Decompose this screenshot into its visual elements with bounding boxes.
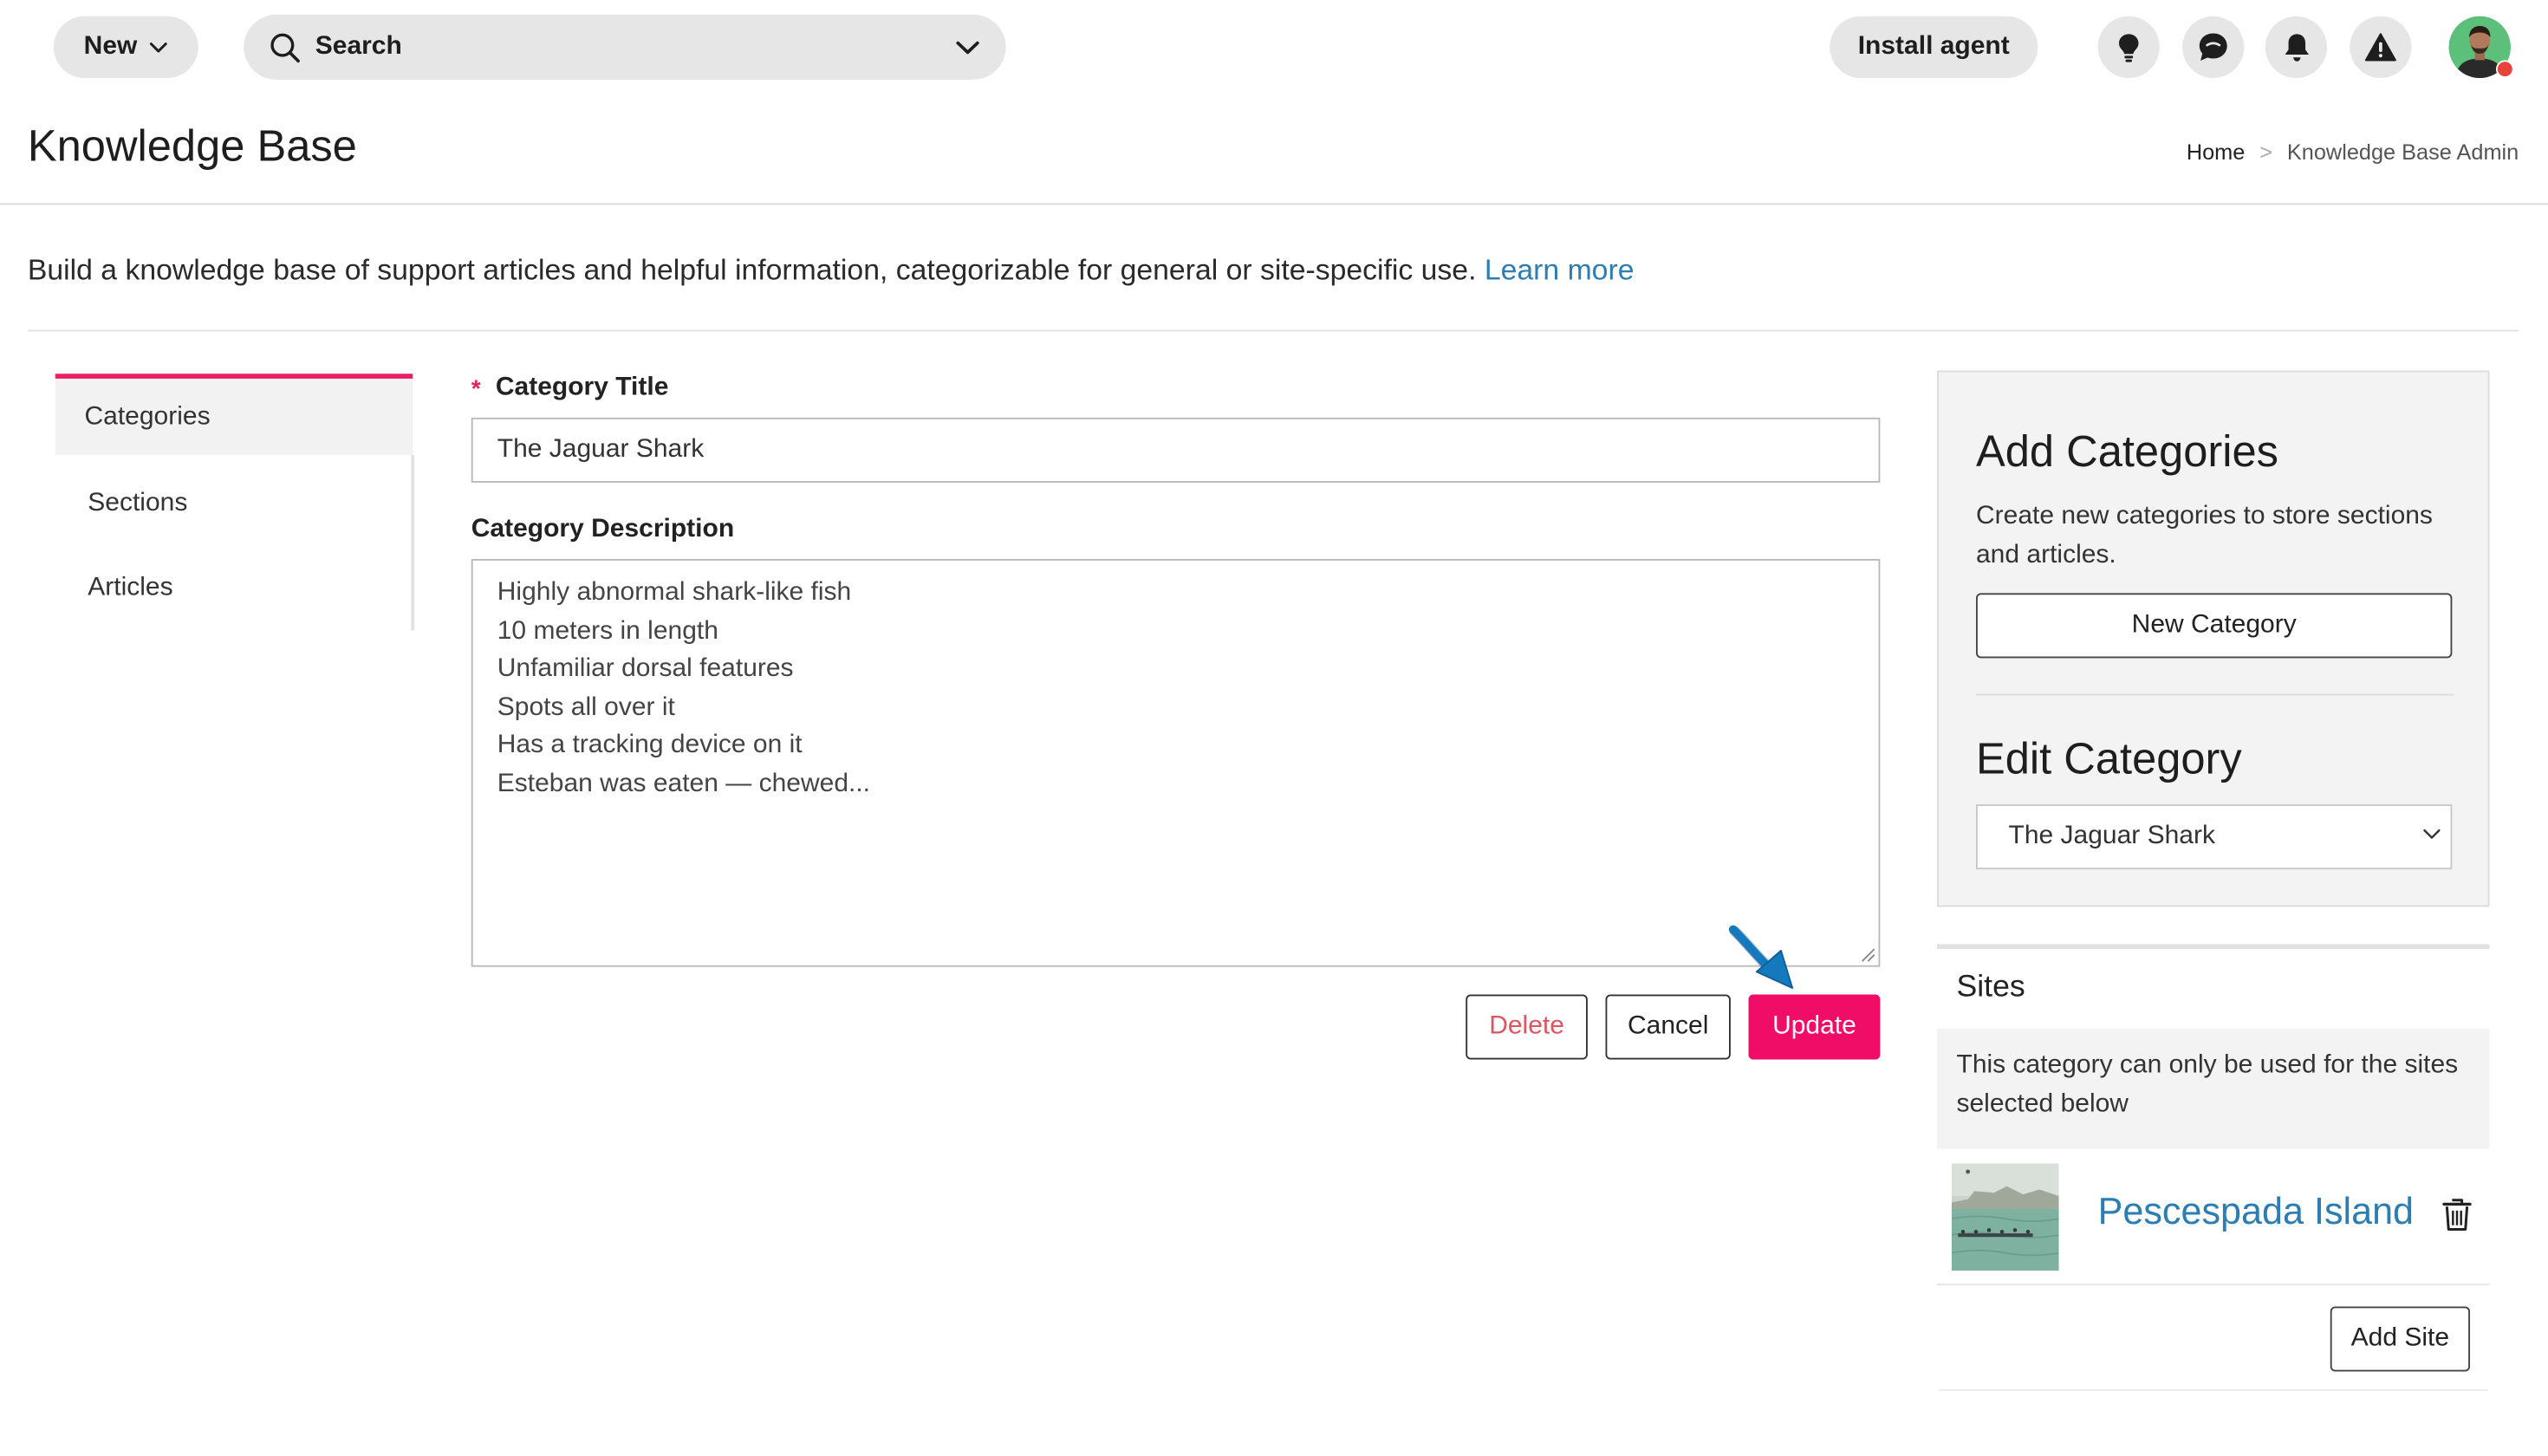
description-line: Spots all over it	[497, 692, 675, 721]
tips-button[interactable]	[2097, 16, 2160, 78]
add-categories-description: Create new categories to store sections …	[1976, 502, 2433, 569]
search-bar[interactable]: Search	[244, 14, 1006, 80]
nav-item-label: Articles	[88, 573, 173, 601]
breadcrumb-current: Knowledge Base Admin	[2286, 140, 2519, 165]
top-bar: New Search Install agent	[0, 0, 2548, 94]
knowledge-base-page: New Search Install agent Knowledge Base …	[0, 0, 2548, 1456]
add-categories-heading: Add Categories	[1976, 427, 2278, 477]
warning-icon	[2364, 33, 2396, 62]
cancel-button[interactable]: Cancel	[1605, 994, 1731, 1060]
panel-divider	[1976, 693, 2454, 696]
breadcrumb-home-link[interactable]: Home	[2187, 140, 2246, 164]
category-description-label: Category Description	[471, 515, 735, 543]
chevron-down-icon	[2423, 829, 2441, 839]
sites-header: Sites	[1937, 949, 2490, 1029]
category-title-input[interactable]: The Jaguar Shark	[471, 417, 1881, 483]
bell-icon	[2284, 33, 2309, 61]
chevron-down-icon[interactable]	[956, 40, 980, 55]
update-button-label: Update	[1772, 1012, 1856, 1040]
header-divider	[0, 203, 2548, 205]
notifications-button[interactable]	[2265, 16, 2327, 78]
nav-item-articles[interactable]: Articles	[55, 548, 413, 629]
site-row: Pescespada Island	[1937, 1149, 2490, 1286]
alerts-button[interactable]	[2350, 16, 2412, 78]
sites-note-text: This category can only be used for the s…	[1956, 1051, 2459, 1118]
update-button[interactable]: Update	[1748, 994, 1881, 1060]
category-title-value: The Jaguar Shark	[497, 435, 705, 464]
search-icon	[270, 32, 300, 62]
intro-text: Build a knowledge base of support articl…	[28, 254, 1635, 288]
chat-icon	[2199, 33, 2227, 61]
nav-item-sections[interactable]: Sections	[55, 463, 413, 544]
trash-icon[interactable]	[2442, 1198, 2472, 1232]
edit-category-heading: Edit Category	[1976, 734, 2242, 783]
breadcrumb-separator: >	[2259, 140, 2273, 165]
site-thumbnail	[1951, 1163, 2059, 1271]
resize-grip-icon[interactable]	[1861, 947, 1875, 962]
description-line: Esteban was eaten — chewed...	[497, 769, 871, 797]
nav-item-label: Sections	[88, 489, 188, 517]
edit-category-select[interactable]: The Jaguar Shark	[1976, 804, 2453, 870]
learn-more-link[interactable]: Learn more	[1485, 254, 1635, 287]
left-nav: Categories Sections Articles	[55, 374, 415, 631]
add-site-button[interactable]: Add Site	[2330, 1306, 2470, 1372]
site-name-link[interactable]: Pescespada Island	[2098, 1190, 2414, 1234]
sites-heading: Sites	[1956, 970, 2025, 1004]
category-description-textarea[interactable]: Highly abnormal shark-like fish 10 meter…	[471, 559, 1881, 967]
cancel-button-label: Cancel	[1627, 1012, 1709, 1040]
intro-divider	[27, 329, 2519, 332]
delete-button-label: Delete	[1489, 1012, 1564, 1040]
chevron-down-icon	[150, 42, 168, 52]
category-title-label: Category Title	[495, 374, 669, 402]
sites-panel: Sites This category can only be used for…	[1937, 944, 2490, 1391]
description-line: Unfamiliar dorsal features	[497, 654, 794, 683]
lightbulb-icon	[2119, 33, 2139, 62]
sites-note: This category can only be used for the s…	[1937, 1028, 2490, 1149]
user-avatar[interactable]	[2448, 16, 2514, 78]
search-label: Search	[315, 32, 402, 61]
required-indicator: *	[471, 375, 481, 403]
nav-item-categories[interactable]: Categories	[55, 374, 413, 455]
status-indicator	[2496, 60, 2514, 78]
callout-arrow-icon	[1728, 925, 1794, 989]
edit-category-selected: The Jaguar Shark	[2008, 822, 2215, 850]
new-button[interactable]: New	[53, 16, 198, 78]
new-button-label: New	[83, 32, 138, 61]
new-category-label: New Category	[2131, 611, 2297, 639]
delete-button[interactable]: Delete	[1466, 994, 1588, 1060]
nav-border	[411, 455, 415, 631]
intro-description: Build a knowledge base of support articl…	[27, 253, 1477, 287]
install-agent-label: Install agent	[1857, 32, 2010, 61]
description-line: 10 meters in length	[497, 616, 718, 645]
chat-button[interactable]	[2182, 16, 2245, 78]
description-line: Highly abnormal shark-like fish	[497, 578, 852, 607]
nav-item-label: Categories	[84, 402, 211, 430]
add-site-label: Add Site	[2350, 1324, 2450, 1352]
add-categories-panel: Add Categories Create new categories to …	[1937, 370, 2490, 907]
sites-footer: Add Site	[1938, 1285, 2488, 1391]
breadcrumb: Home > Knowledge Base Admin	[2187, 140, 2519, 164]
description-line: Has a tracking device on it	[497, 731, 803, 759]
new-category-button[interactable]: New Category	[1976, 593, 2453, 659]
install-agent-button[interactable]: Install agent	[1830, 16, 2038, 78]
page-title: Knowledge Base	[27, 121, 357, 171]
